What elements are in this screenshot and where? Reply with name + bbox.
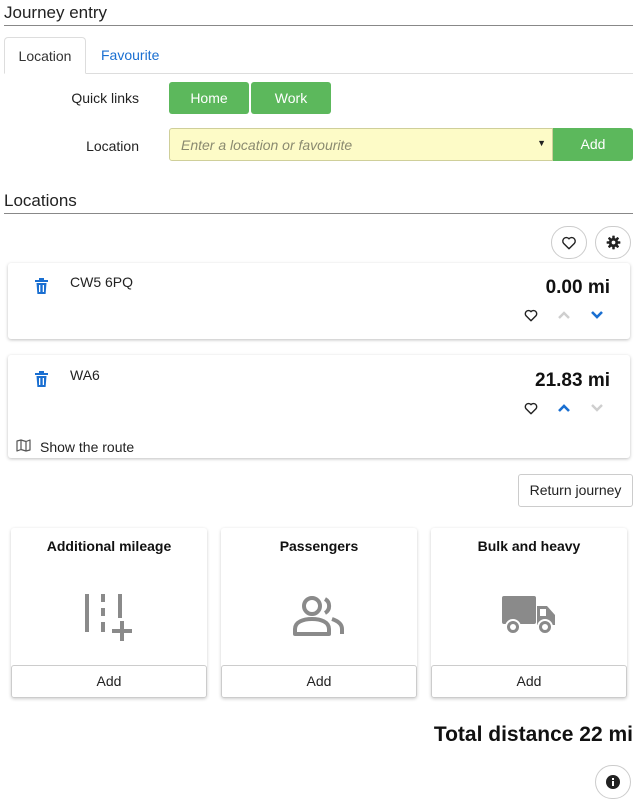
entry-tabs: Location Favourite [4,37,633,74]
tile-title: Passengers [279,538,359,554]
favourite-location-button[interactable] [523,307,539,323]
gear-icon [606,235,620,250]
move-up-button[interactable] [556,400,572,416]
page-title: Journey entry [4,3,107,22]
truck-icon [502,596,555,635]
bulk-heavy-tile: Bulk and heavy Add [431,528,627,698]
chevron-up-icon [558,311,570,319]
info-icon [606,775,620,789]
map-icon [16,439,31,452]
home-button[interactable]: Home [169,82,249,114]
locations-title: Locations [4,191,77,210]
chevron-down-icon [591,311,603,319]
dropdown-caret-icon[interactable]: ▼ [537,138,546,148]
heart-icon [562,236,576,249]
trash-icon[interactable] [35,278,48,294]
location-card: WA6 21.83 mi Show the route [8,355,630,458]
location-postcode: CW5 6PQ [70,274,134,290]
location-placeholder: Enter a location or favourite [181,137,353,153]
work-button[interactable]: Work [251,82,331,114]
chevron-up-icon [558,404,570,412]
additional-mileage-tile: Additional mileage Add [11,528,207,698]
add-mileage-button[interactable]: Add [11,665,207,698]
move-down-button[interactable] [589,400,605,416]
tab-favourite[interactable]: Favourite [87,37,173,74]
additional-mileage-icon [85,594,132,641]
info-button[interactable] [595,765,631,799]
trash-icon[interactable] [35,371,48,387]
heart-icon [524,402,538,414]
show-route-link[interactable]: Show the route [40,439,134,455]
favourite-journey-button[interactable] [551,226,587,259]
settings-button[interactable] [595,226,631,259]
add-passengers-button[interactable]: Add [221,665,417,698]
add-location-button[interactable]: Add [553,128,633,161]
move-up-button[interactable] [556,307,572,323]
return-journey-button[interactable]: Return journey [518,474,633,507]
location-input[interactable]: Enter a location or favourite ▼ [169,128,553,161]
passengers-icon [293,596,344,636]
chevron-down-icon [591,404,603,412]
total-distance: Total distance 22 mi [433,723,633,746]
passengers-tile: Passengers Add [221,528,417,698]
quick-links-label: Quick links [71,90,139,106]
tile-title: Bulk and heavy [477,538,581,554]
location-distance: 0.00 mi [545,277,610,298]
tab-location[interactable]: Location [4,37,86,74]
location-distance: 21.83 mi [535,370,610,391]
move-down-button[interactable] [589,307,605,323]
favourite-location-button[interactable] [523,400,539,416]
tile-title: Additional mileage [46,538,172,554]
location-card: CW5 6PQ 0.00 mi [8,263,630,339]
title-divider [4,25,633,26]
heart-icon [524,309,538,321]
location-label: Location [86,138,139,154]
location-postcode: WA6 [70,367,100,383]
add-bulk-heavy-button[interactable]: Add [431,665,627,698]
locations-divider [4,213,633,214]
